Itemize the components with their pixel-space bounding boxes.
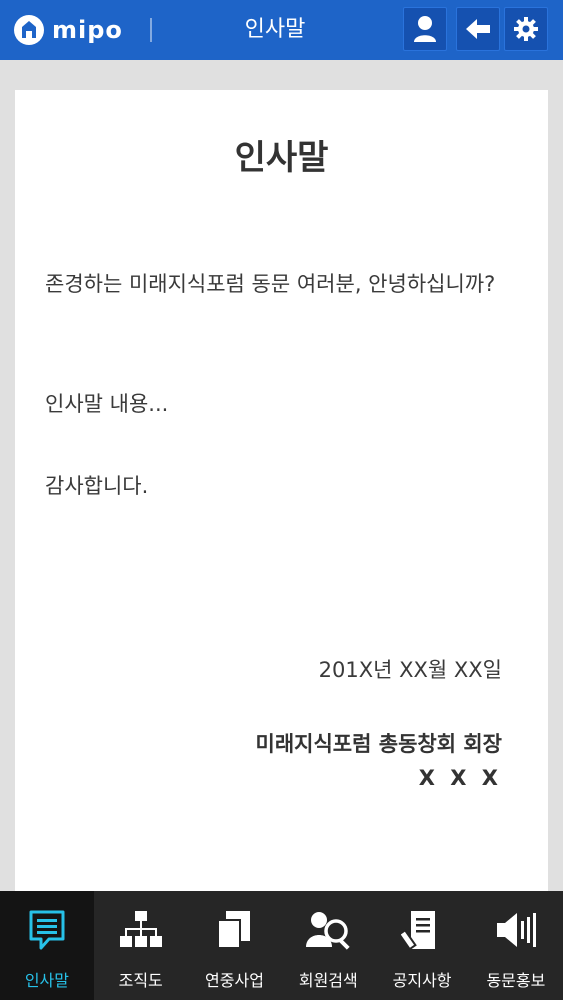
logo-text: mipo [52, 16, 123, 44]
nav-label: 조직도 [118, 971, 163, 990]
content-title: 인사말 [234, 138, 329, 178]
signer-title: 미래지식포럼 총동창회 회장 [255, 732, 502, 756]
header-divider [150, 18, 152, 42]
pages-icon [211, 907, 257, 953]
greeting-card: 인사말 존경하는 미래지식포럼 동문 여러분, 안녕하십니까? 인사말 내용..… [15, 90, 548, 891]
notice-document-icon [399, 907, 445, 953]
member-search-icon [305, 907, 351, 953]
speech-bubble-icon [24, 907, 70, 953]
nav-item-member-search[interactable]: 회원검색 [281, 891, 375, 1000]
nav-item-alumni-promo[interactable]: 동문홍보 [469, 891, 563, 1000]
bottom-nav: 인사말 조직도 연중사업 회원검색 공지사항 동문홍보 [0, 891, 563, 1000]
nav-label: 동문홍보 [486, 971, 546, 990]
page-header-title: 인사말 [244, 17, 306, 42]
closing-text: 감사합니다. [45, 474, 149, 498]
back-arrow-icon [466, 19, 490, 39]
top-bar: mipo 인사말 [0, 0, 563, 60]
logo[interactable]: mipo [14, 11, 123, 49]
greeting-text: 존경하는 미래지식포럼 동문 여러분, 안녕하십니까? [45, 272, 496, 296]
emblem-icon [14, 15, 44, 45]
nav-label: 인사말 [24, 971, 69, 990]
nav-item-notices[interactable]: 공지사항 [375, 891, 469, 1000]
date-text: 201X년 XX월 XX일 [318, 658, 502, 682]
org-chart-icon [118, 907, 164, 953]
gear-icon [514, 17, 538, 41]
speaker-icon [493, 907, 539, 953]
signer-name: X X X [418, 766, 502, 790]
nav-item-annual-events[interactable]: 연중사업 [188, 891, 282, 1000]
user-button[interactable] [403, 7, 447, 51]
back-button[interactable] [456, 7, 500, 51]
nav-label: 공지사항 [392, 971, 452, 990]
settings-button[interactable] [504, 7, 548, 51]
user-icon [414, 16, 436, 42]
nav-item-greeting[interactable]: 인사말 [0, 891, 94, 1000]
nav-label: 회원검색 [298, 971, 358, 990]
nav-item-org-chart[interactable]: 조직도 [94, 891, 188, 1000]
nav-label: 연중사업 [205, 971, 264, 990]
body-text: 인사말 내용... [45, 392, 169, 416]
